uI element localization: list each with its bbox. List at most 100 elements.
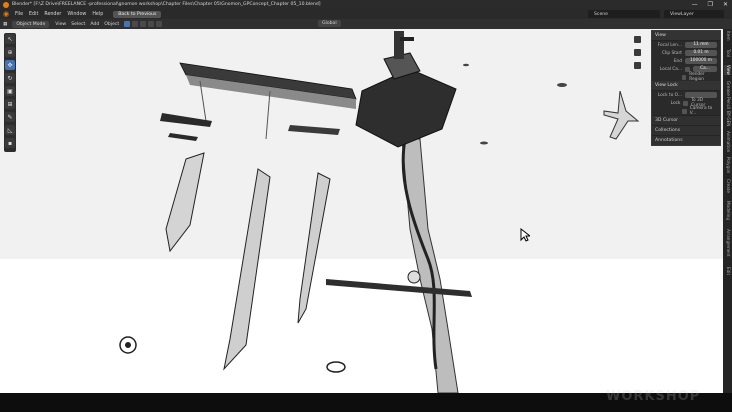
tab-by-gen[interactable]: BY-GEN [724,111,731,126]
clip-end-label: End [673,58,682,64]
upper-platform [355,68,457,148]
measure-tool-icon[interactable]: ◺ [5,125,15,135]
menu-help[interactable]: Help [92,12,103,17]
scene-artwork [0,31,724,393]
blender-app-icon [3,1,9,8]
flying-debris-1 [557,83,567,87]
window-title: Blender* [F:\Z Drive\FREELANCE -professi… [12,2,321,7]
zoom-icon[interactable] [634,36,641,43]
menu-file[interactable]: File [15,12,23,17]
tab-tool[interactable]: Tool [724,49,731,57]
tab-edit[interactable]: Edit [724,267,731,275]
tab-polygon[interactable]: Polygon [724,157,731,173]
bridge-cable-2 [265,90,271,140]
view-layer-name: ViewLayer [670,11,694,17]
lock-to-object-label: Lock to O... [657,92,682,98]
focal-length-label: Focal Len... [657,42,682,48]
tab-view[interactable]: View [724,65,731,75]
ground-vehicle-2 [326,361,346,373]
camera-view-icon[interactable] [634,62,641,69]
viewport-header: ▦ Object Mode View Select Add Object Glo… [0,19,732,29]
sidebar-tabs: Item Tool View Grease Pencil BY-GEN Anim… [723,29,732,393]
annotations-section[interactable]: Annotations [652,135,720,145]
viewport-3d[interactable] [0,29,724,393]
menu-view[interactable]: View [55,22,66,27]
flying-debris-2 [480,141,488,145]
view-layer-selector[interactable]: ViewLayer [664,10,724,18]
view-section-header[interactable]: View [652,31,720,41]
clip-start-label: Clip Start [662,50,682,56]
select-extend-icon[interactable] [132,21,139,27]
lock-label: Lock [670,100,681,106]
navigation-gizmo [634,36,646,75]
blender-logo-icon[interactable]: ◉ [3,10,11,18]
menu-add[interactable]: Add [90,22,99,27]
menu-window[interactable]: Window [67,12,86,17]
tab-create[interactable]: Create [724,179,731,193]
clip-start-field[interactable]: 0.01 m [685,50,717,56]
annotate-tool-icon[interactable]: ✎ [5,112,15,122]
scale-tool-icon[interactable]: ▣ [5,86,15,96]
view-lock-section-header[interactable]: View Lock [652,81,720,91]
camera-to-view-label: Camera to V... [689,106,713,116]
top-menubar: ◉ File Edit Render Window Help Back to P… [0,9,732,19]
window-titlebar: Blender* [F:\Z Drive\FREELANCE -professi… [0,0,732,9]
pan-icon[interactable] [634,49,641,56]
select-box-icon[interactable] [124,21,131,27]
cursor-tool-icon[interactable]: ⊕ [5,47,15,57]
clip-start-row: Clip Start 0.01 m [652,49,720,57]
clip-end-field[interactable]: 100000 m [685,58,717,64]
editor-type-icon[interactable]: ▦ [3,22,7,27]
tab-arrangement[interactable]: Arrangement [724,229,731,257]
minimize-button[interactable]: — [692,1,698,8]
select-intersect-icon[interactable] [156,21,163,27]
add-cube-tool-icon[interactable]: ▪ [5,138,15,148]
menu-edit[interactable]: Edit [29,12,38,17]
floating-plank-3 [288,125,340,135]
select-subtract-icon[interactable] [140,21,147,27]
tab-grease-pencil[interactable]: Grease Pencil [724,81,731,109]
3d-cursor-section[interactable]: 3D Cursor [652,115,720,125]
transform-tool-icon[interactable]: ⊞ [5,99,15,109]
camera-to-view-checkbox[interactable] [682,108,687,114]
move-tool-icon[interactable]: ✥ [5,60,15,70]
render-region-row: Render Region [652,72,720,82]
focal-length-field[interactable]: 11 mm [685,42,717,48]
ground-haze [0,259,724,393]
focal-length-row: Focal Len... 11 mm [652,41,720,49]
rotate-tool-icon[interactable]: ↻ [5,73,15,83]
hanging-pod-1 [165,152,205,253]
tool-shelf: ↖ ⊕ ✥ ↻ ▣ ⊞ ✎ ◺ ▪ [4,33,16,152]
mouse-cursor-icon [520,227,532,244]
antenna-mast [394,31,404,59]
transform-orientation-dropdown[interactable]: Global [318,20,341,27]
to-3d-cursor-checkbox[interactable] [683,100,689,106]
select-invert-icon[interactable] [148,21,155,27]
local-camera-label: Local Ca... [659,66,682,72]
maximize-button[interactable]: ❐ [708,1,713,8]
scene-name: Scene [594,11,609,17]
local-camera-checkbox[interactable] [685,66,690,72]
menu-render[interactable]: Render [44,12,61,17]
flying-debris-3 [463,63,469,67]
tab-modeling[interactable]: Modeling [724,201,731,220]
object-mode-dropdown[interactable]: Object Mode [12,20,50,28]
close-button[interactable]: ✕ [723,1,728,8]
menu-select[interactable]: Select [71,22,85,27]
select-tool-icon[interactable]: ↖ [5,34,15,44]
clip-end-row: End 100000 m [652,57,720,65]
ground-vehicle-1-hub [125,342,131,348]
floating-plank-1 [160,113,212,127]
floating-plank-2 [168,133,198,141]
antenna-crossbar [400,37,414,41]
back-to-previous-button[interactable]: Back to Previous [113,10,162,18]
collections-section[interactable]: Collections [652,125,720,135]
tab-item[interactable]: Item [724,31,731,41]
render-region-checkbox[interactable] [681,74,687,80]
tab-animation[interactable]: Animation [724,131,731,152]
render-region-label: Render Region [689,72,705,82]
airplane [603,90,640,140]
camera-to-view-row: Camera to V... [652,106,720,116]
scene-selector[interactable]: Scene [588,10,660,18]
menu-object[interactable]: Object [104,22,119,27]
